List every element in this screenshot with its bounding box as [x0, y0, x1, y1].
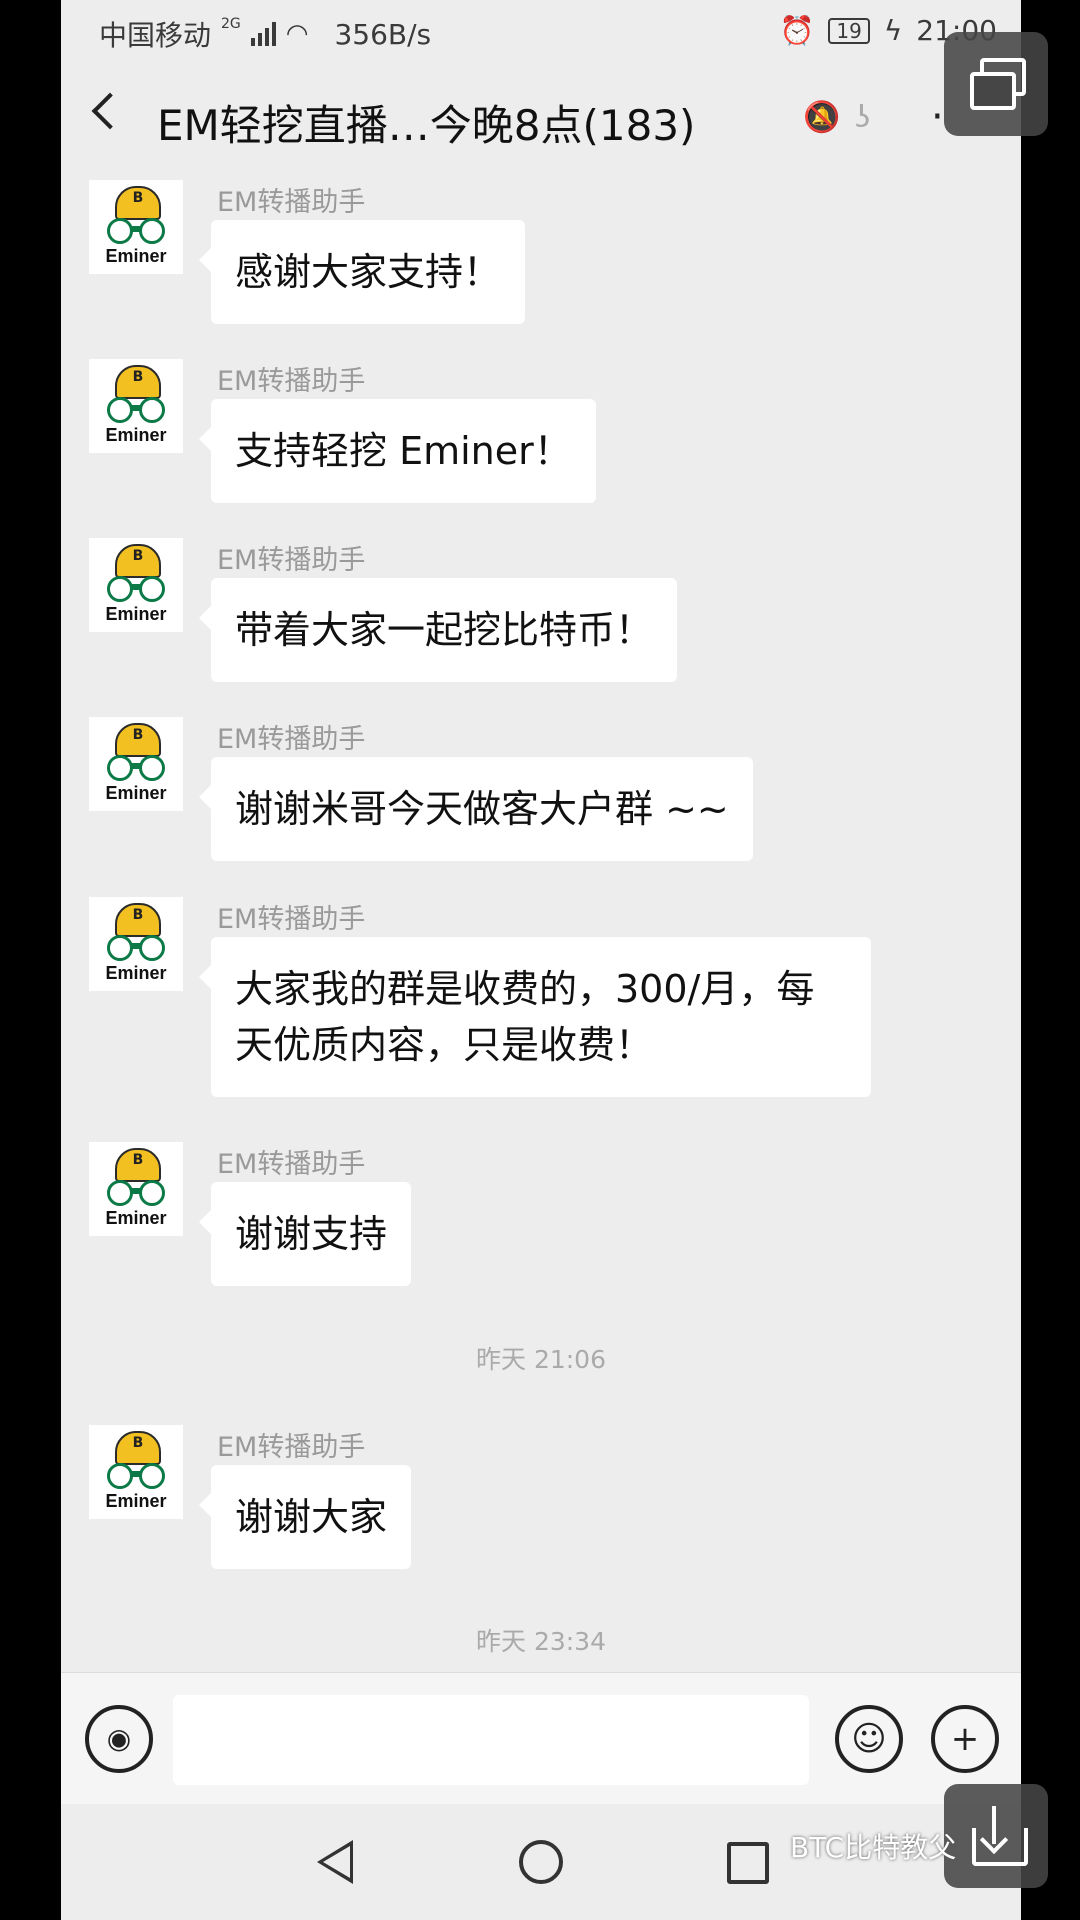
sender-name: EM转播助手: [217, 904, 366, 935]
sender-name: EM转播助手: [217, 187, 366, 218]
helmet-icon: B: [115, 544, 161, 578]
chevron-left-icon[interactable]: [91, 92, 129, 130]
message-bubble[interactable]: 谢谢米哥今天做客大户群 ~~: [199, 757, 753, 861]
avatar[interactable]: B Eminer: [89, 359, 183, 453]
avatar[interactable]: B Eminer: [89, 1142, 183, 1236]
network-type: 2G: [221, 16, 241, 32]
avatar-brand: Eminer: [105, 246, 167, 266]
nav-back-icon[interactable]: [317, 1840, 353, 1884]
charging-icon: ϟ: [883, 14, 903, 47]
message-input[interactable]: [173, 1695, 809, 1785]
avatar-brand: Eminer: [105, 604, 167, 624]
signal-icon: [250, 22, 276, 46]
message-bubble[interactable]: 大家我的群是收费的，300/月，每天优质内容，只是收费！: [199, 937, 871, 1097]
avatar[interactable]: B Eminer: [89, 538, 183, 632]
avatar-brand: Eminer: [105, 1208, 167, 1228]
goggles-icon: [105, 397, 167, 423]
message-bubble[interactable]: 谢谢大家: [198, 1465, 412, 1569]
emoji-icon[interactable]: ☺: [835, 1705, 903, 1773]
ear-icon: ʖ: [855, 100, 871, 135]
avatar[interactable]: B Eminer: [89, 180, 183, 274]
chat-title: EM轻挖直播…今晚8点(183): [157, 101, 696, 150]
plus-icon[interactable]: +: [931, 1705, 999, 1773]
carrier-label: 中国移动: [99, 19, 212, 52]
avatar[interactable]: B Eminer: [89, 717, 183, 811]
chat-screen: 中国移动 2G ◠ 356B/s ⏰ 19 ϟ 21:00 EM轻挖直播…今晚8…: [61, 0, 1021, 1920]
goggles-icon: [105, 755, 167, 781]
nav-home-icon[interactable]: [519, 1840, 563, 1884]
avatar-brand: Eminer: [105, 783, 167, 803]
message-bubble[interactable]: 带着大家一起挖比特币！: [198, 578, 678, 682]
timestamp: 昨天 23:34: [476, 1627, 606, 1656]
message-bubble[interactable]: 支持轻挖 Eminer！: [199, 399, 596, 503]
goggles-icon: [105, 576, 167, 602]
avatar-brand: Eminer: [105, 425, 167, 445]
helmet-icon: B: [115, 903, 161, 937]
alarm-icon: ⏰: [779, 14, 815, 47]
sender-name: EM转播助手: [217, 1432, 366, 1463]
sender-name: EM转播助手: [217, 724, 366, 755]
avatar-brand: Eminer: [105, 1491, 167, 1511]
sender-name: EM转播助手: [217, 366, 366, 397]
helmet-icon: B: [115, 1431, 161, 1465]
input-bar: ◉ ☺ +: [61, 1672, 1021, 1805]
more-icon[interactable]: ·: [931, 94, 944, 140]
avatar-brand: Eminer: [105, 963, 167, 983]
network-speed: 356B/s: [334, 17, 432, 51]
watermark: BTC比特教父: [790, 1831, 957, 1864]
battery-level: 19: [828, 17, 870, 44]
avatar[interactable]: B Eminer: [89, 1425, 183, 1519]
avatar[interactable]: B Eminer: [89, 897, 183, 991]
status-bar: 中国移动 2G ◠ 356B/s ⏰ 19 ϟ 21:00: [61, 0, 1021, 64]
timestamp: 昨天 21:06: [476, 1345, 606, 1374]
chat-header: EM轻挖直播…今晚8点(183) 🔕 ʖ ·: [61, 64, 1021, 180]
download-icon[interactable]: [944, 1784, 1048, 1888]
message-bubble[interactable]: 感谢大家支持！: [198, 220, 526, 324]
sender-name: EM转播助手: [217, 1149, 366, 1180]
nav-recent-icon[interactable]: [727, 1842, 769, 1884]
helmet-icon: B: [115, 1148, 161, 1182]
window-switch-icon[interactable]: [944, 32, 1048, 136]
sender-name: EM转播助手: [217, 545, 366, 576]
helmet-icon: B: [115, 186, 161, 220]
goggles-icon: [105, 935, 167, 961]
helmet-icon: B: [115, 365, 161, 399]
goggles-icon: [105, 218, 167, 244]
bell-off-icon: 🔕: [803, 100, 841, 135]
voice-icon[interactable]: ◉: [85, 1705, 153, 1773]
goggles-icon: [105, 1463, 167, 1489]
helmet-icon: B: [115, 723, 161, 757]
goggles-icon: [105, 1180, 167, 1206]
wifi-icon: ◠: [285, 19, 309, 49]
message-bubble[interactable]: 谢谢支持: [198, 1182, 412, 1286]
